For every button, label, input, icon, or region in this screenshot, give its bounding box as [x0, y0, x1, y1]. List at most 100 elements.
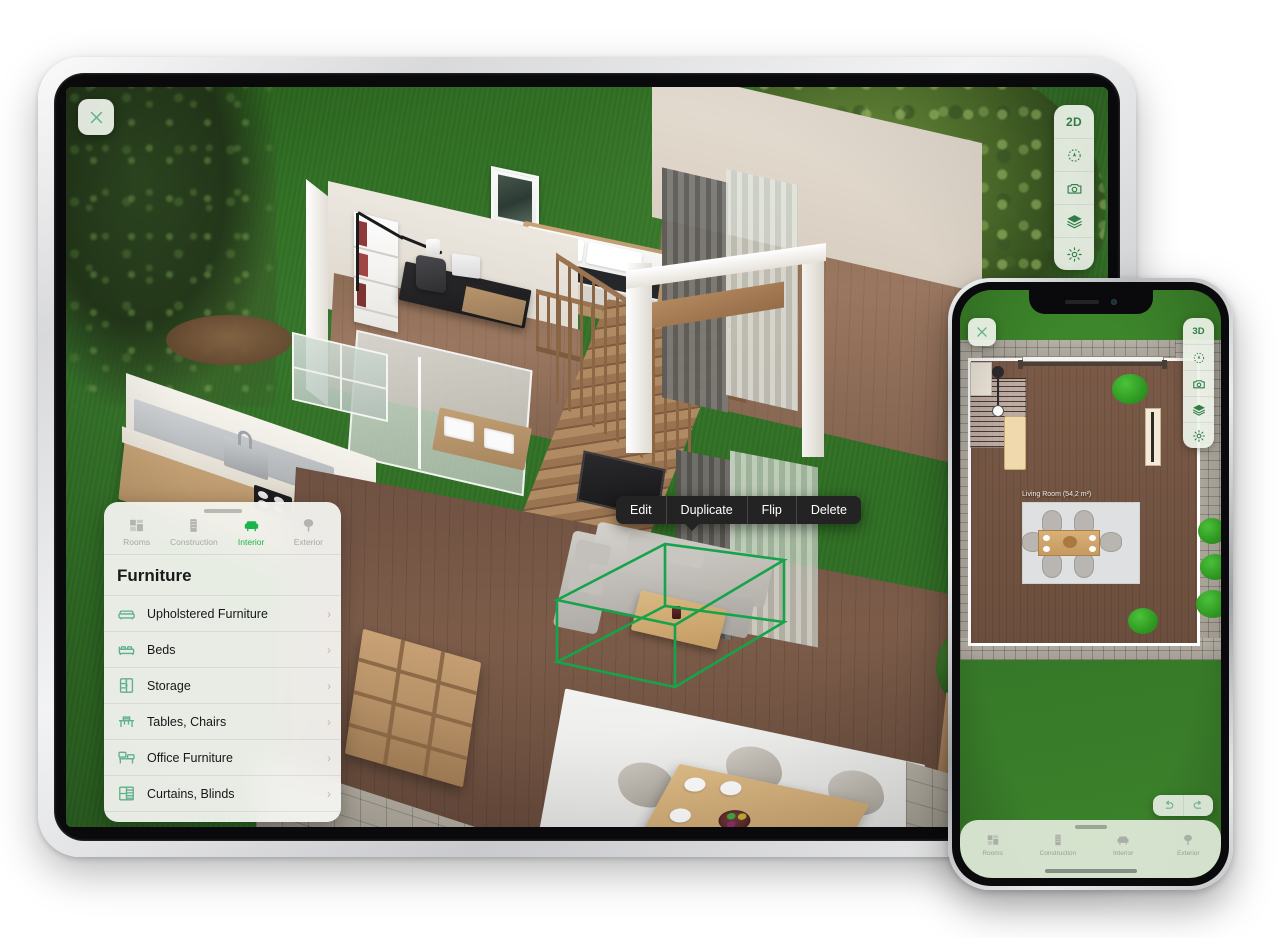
phone-orbit-button[interactable] — [1183, 344, 1214, 370]
context-menu-duplicate[interactable]: Duplicate — [665, 496, 747, 524]
panel-title: Furniture — [117, 566, 192, 585]
phone-tab-label: Interior — [1113, 850, 1134, 857]
orbit-button[interactable] — [1054, 138, 1094, 171]
camera-icon — [1067, 183, 1081, 194]
phone-layers-button[interactable] — [1183, 396, 1214, 422]
plan-stair-line — [997, 376, 999, 408]
interior-library-panel[interactable]: Rooms Construction Interior Exterior Fur… — [104, 502, 341, 822]
layers-button[interactable] — [1054, 204, 1094, 237]
plan-bush-top — [1112, 374, 1148, 404]
phone-tab-label: Exterior — [1177, 850, 1200, 857]
plan-cabinet — [1004, 416, 1026, 470]
panel-tab-label: Rooms — [123, 537, 151, 547]
close-button[interactable] — [78, 99, 114, 135]
gear-icon — [1066, 246, 1082, 262]
view-mode-label: 2D — [1066, 114, 1082, 129]
pillar-right — [802, 251, 824, 457]
context-menu-flip[interactable]: Flip — [746, 496, 796, 524]
rooms-icon — [987, 835, 998, 845]
list-item-storage[interactable]: Storage › — [104, 667, 341, 703]
plan-kitchen-counter — [970, 362, 992, 396]
redo-icon — [1193, 800, 1202, 809]
plan-room-label: Living Room (54,2 m²) — [1022, 491, 1092, 498]
screenshot-stage: 2D Edit Duplicate Flip Delete Rooms Cons… — [0, 0, 1280, 938]
settings-button[interactable] — [1054, 237, 1094, 270]
panel-category-tabs[interactable]: Rooms Construction Interior Exterior — [104, 515, 341, 554]
compass-icon — [1067, 148, 1081, 162]
camera-button[interactable] — [1054, 171, 1094, 204]
phone-panel-drag-handle[interactable] — [1074, 825, 1107, 829]
phone-view-mode-label: 3D — [1192, 325, 1205, 337]
phone-2d-plan-viewport[interactable]: Living Room (54,2 m²) — [960, 290, 1221, 878]
plan-dining-table — [1038, 530, 1100, 556]
rooms-icon — [130, 519, 143, 532]
close-icon — [977, 327, 987, 337]
list-item-label: Upholstered Furniture — [147, 606, 268, 621]
chevron-right-icon: › — [327, 606, 331, 621]
phone-tab-rooms[interactable]: Rooms — [960, 833, 1025, 857]
context-menu-edit[interactable]: Edit — [616, 496, 666, 524]
list-item-upholstered-furniture[interactable]: Upholstered Furniture › — [104, 595, 341, 631]
context-menu-pointer — [684, 523, 700, 531]
phone-tab-exterior[interactable]: Exterior — [1156, 833, 1221, 857]
panel-tab-construction[interactable]: Construction — [165, 517, 222, 547]
view-mode-toggle-2d[interactable]: 2D — [1054, 105, 1094, 138]
construction-icon — [190, 519, 198, 532]
object-context-menu[interactable]: Edit Duplicate Flip Delete — [616, 496, 861, 531]
chevron-right-icon: › — [327, 786, 331, 801]
plan-bush-outer-3 — [1198, 518, 1221, 544]
table-chair-icon — [117, 712, 136, 731]
front-camera — [1110, 299, 1117, 305]
shower-divider — [418, 356, 421, 470]
list-item-label: Tables, Chairs — [147, 714, 227, 729]
undo-button[interactable] — [1153, 795, 1183, 816]
phone-tab-label: Rooms — [982, 850, 1003, 857]
chevron-right-icon: › — [327, 750, 331, 765]
phone-screen: Living Room (54,2 m²) 3D Rooms Construct… — [960, 290, 1221, 878]
context-menu-delete[interactable]: Delete — [795, 496, 861, 524]
home-indicator — [1044, 869, 1137, 873]
curtain-right — [662, 167, 728, 413]
phone-settings-button[interactable] — [1183, 422, 1214, 448]
chevron-right-icon: › — [327, 642, 331, 657]
armchair-icon — [244, 521, 258, 532]
phone-camera-button[interactable] — [1183, 370, 1214, 396]
list-item-label: Storage — [147, 678, 191, 693]
panel-tab-label: Interior — [237, 537, 265, 547]
window-blinds-icon — [117, 784, 136, 803]
furniture-category-list[interactable]: Upholstered Furniture › Beds › Storage ›… — [104, 595, 341, 822]
list-item-curtains-blinds[interactable]: Curtains, Blinds › — [104, 775, 341, 811]
list-item-beds[interactable]: Beds › — [104, 631, 341, 667]
list-item-rugs[interactable]: Rugs › — [104, 811, 341, 822]
desk-chair — [416, 254, 446, 294]
layers-icon — [1192, 404, 1205, 416]
list-item-tables-chairs[interactable]: Tables, Chairs › — [104, 703, 341, 739]
phone-notch — [1028, 290, 1153, 314]
redo-button[interactable] — [1183, 795, 1213, 816]
compass-icon — [1193, 352, 1204, 363]
coffee-table-vase — [672, 606, 681, 619]
panel-drag-handle[interactable] — [203, 509, 242, 513]
phone-close-button[interactable] — [968, 318, 996, 346]
plan-window-post-left — [1018, 360, 1023, 369]
panel-tab-exterior[interactable]: Exterior — [280, 517, 337, 547]
panel-tab-label: Construction — [170, 537, 218, 547]
plan-window-wall — [1020, 362, 1166, 366]
tablet-toolbar[interactable]: 2D — [1054, 105, 1094, 270]
desk-icon — [117, 748, 136, 767]
rug-icon — [117, 820, 136, 822]
phone-toolbar[interactable]: 3D — [1183, 318, 1214, 448]
phone-view-mode-toggle-3d[interactable]: 3D — [1183, 318, 1214, 344]
chevron-right-icon: › — [327, 714, 331, 729]
list-item-office-furniture[interactable]: Office Furniture › — [104, 739, 341, 775]
pillar-center — [626, 263, 652, 453]
phone-tab-label: Construction — [1039, 850, 1077, 857]
panel-tab-rooms[interactable]: Rooms — [108, 517, 165, 547]
phone-tab-construction[interactable]: Construction — [1025, 833, 1090, 857]
tree-icon — [303, 519, 314, 532]
close-icon — [90, 111, 102, 123]
bed-icon — [117, 640, 136, 659]
panel-tab-interior[interactable]: Interior — [223, 517, 280, 547]
phone-tab-interior[interactable]: Interior — [1091, 833, 1156, 857]
phone-history-controls[interactable] — [1153, 795, 1213, 816]
